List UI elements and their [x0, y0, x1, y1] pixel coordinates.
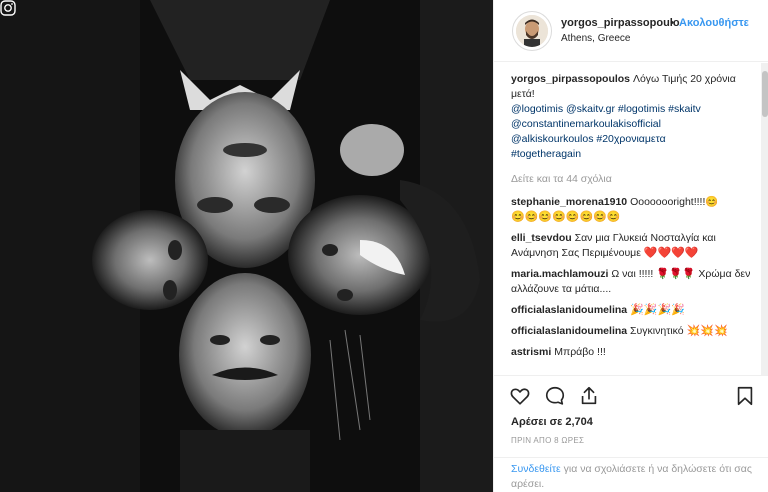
post-location[interactable]: Athens, Greece — [561, 33, 630, 44]
heart-icon[interactable] — [509, 385, 531, 407]
comment-username[interactable]: astrismi — [511, 346, 551, 358]
login-prompt: Συνδεθείτε για να σχολιάσετε ή να δηλώσε… — [494, 457, 768, 492]
comment: officialaslanidoumelina Συγκινητικό 💥💥💥 — [511, 324, 755, 339]
comment-text: Συγκινητικό — [630, 325, 684, 337]
comment-emoji: 😊😊😊😊😊😊😊😊 — [511, 211, 621, 223]
comment-text: Oooooooright!!!!😊 — [630, 196, 719, 208]
likes-count[interactable]: Αρέσει σε 2,704 — [511, 416, 593, 428]
bookmark-icon[interactable] — [734, 385, 756, 407]
share-icon[interactable] — [578, 385, 600, 407]
header-separator: • — [670, 17, 674, 29]
comment-username[interactable]: officialaslanidoumelina — [511, 304, 627, 316]
load-more-comments[interactable]: Δείτε και τα 44 σχόλια — [511, 173, 761, 189]
avatar[interactable] — [512, 11, 552, 51]
comment: stephanie_morena1910 Oooooooright!!!!😊 😊… — [511, 195, 755, 225]
comment-emoji: 💥💥💥 — [686, 325, 728, 337]
comment-username[interactable]: stephanie_morena1910 — [511, 196, 627, 208]
caption: yorgos_pirpassopoulos Λόγω Τιμής 20 χρόν… — [511, 72, 757, 162]
comments-list[interactable]: yorgos_pirpassopoulos Λόγω Τιμής 20 χρόν… — [494, 63, 761, 375]
comment-username[interactable]: officialaslanidoumelina — [511, 325, 627, 337]
hashtag-link[interactable]: #20χρονιαμετα — [596, 133, 665, 145]
login-link[interactable]: Συνδεθείτε — [511, 463, 561, 475]
post-username[interactable]: yorgos_pirpassopoulo — [561, 17, 680, 29]
comment: officialaslanidoumelina 🎉🎉🎉🎉 — [511, 303, 755, 318]
instagram-icon — [0, 0, 16, 16]
post-header: yorgos_pirpassopoulo • Ακολουθήστε Athen… — [494, 0, 768, 62]
hashtag-link[interactable]: @constantinemarkoulakisofficial — [511, 118, 661, 130]
comment-emoji: ❤️❤️❤️❤️ — [643, 247, 699, 259]
hashtag-link[interactable]: #skaitv — [668, 103, 701, 115]
hashtag-link[interactable]: #logotimis — [618, 103, 665, 115]
hashtag-link[interactable]: #togetheragain — [511, 148, 581, 160]
comment: astrismi Μπράβο !!! — [511, 345, 755, 360]
post-actions: Αρέσει σε 2,704 ΠΡΙΝ ΑΠΟ 8 ΩΡΕΣ Συνδεθεί… — [494, 375, 768, 492]
scrollbar-thumb[interactable] — [762, 71, 768, 117]
hashtag-link[interactable]: @alkiskourkoulos — [511, 133, 593, 145]
post-side-panel: yorgos_pirpassopoulo • Ακολουθήστε Athen… — [493, 0, 768, 492]
comment-text: Μπράβο !!! — [554, 346, 606, 358]
caption-username[interactable]: yorgos_pirpassopoulos — [511, 73, 630, 85]
avatar-image — [516, 15, 548, 47]
post-timestamp[interactable]: ΠΡΙΝ ΑΠΟ 8 ΩΡΕΣ — [511, 436, 584, 445]
hashtag-link[interactable]: @skaitv.gr — [566, 103, 615, 115]
comment: maria.machlamouzi Ω ναι !!!!! 🌹🌹🌹 Χρώμα … — [511, 267, 755, 297]
comment-username[interactable]: maria.machlamouzi — [511, 268, 608, 280]
comment-icon[interactable] — [544, 385, 566, 407]
post-photo[interactable] — [0, 0, 493, 492]
comment-emoji: 🎉🎉🎉🎉 — [630, 304, 685, 316]
comment-username[interactable]: elli_tsevdou — [511, 232, 572, 244]
photo-image — [0, 0, 493, 492]
comment: elli_tsevdou Σαν μια Γλυκειά Νοσταλγία κ… — [511, 231, 755, 261]
comments-scrollbar[interactable] — [761, 63, 768, 375]
follow-button[interactable]: Ακολουθήστε — [679, 17, 749, 29]
hashtag-link[interactable]: @logotimis — [511, 103, 563, 115]
